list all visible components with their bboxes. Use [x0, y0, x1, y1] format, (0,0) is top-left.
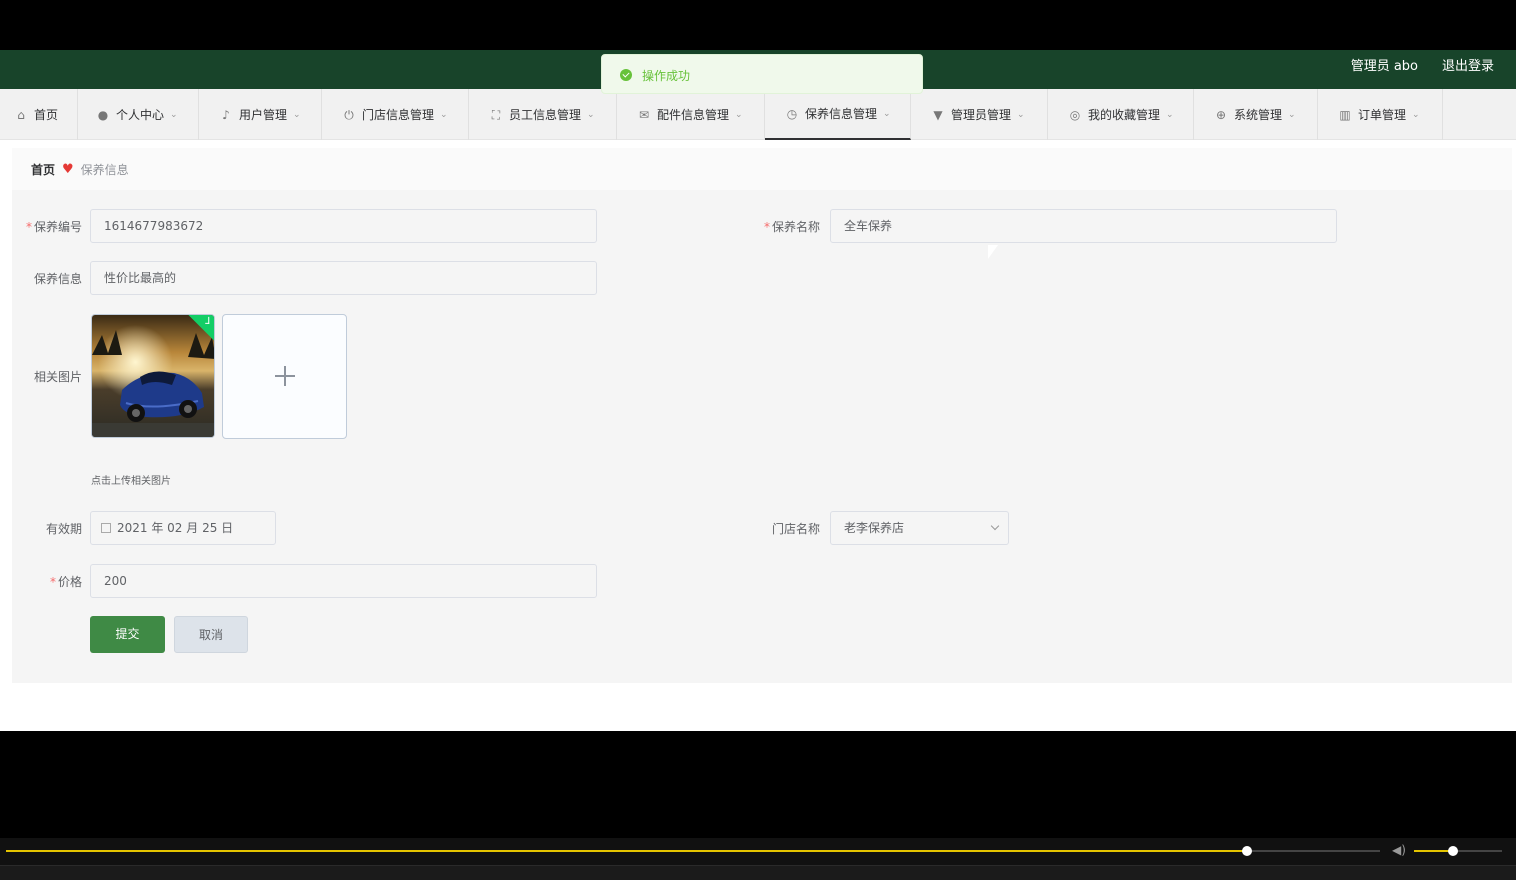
nav-item-staff[interactable]: ⛶ 员工信息管理 ⌄	[469, 89, 617, 140]
cancel-button[interactable]: 取消	[174, 616, 248, 653]
nav-item-orders[interactable]: ▥ 订单管理 ⌄	[1318, 89, 1443, 140]
chevron-down-icon: ⌄	[1412, 109, 1420, 120]
mouse-cursor-icon	[988, 245, 998, 259]
name-label: * 保养名称	[763, 220, 820, 234]
form-panel: 首页 ♥ 保养信息 * 保养编号 1614677983672 * 保养名称 全车保养…	[12, 148, 1512, 683]
power-icon: ⏻	[344, 107, 354, 122]
admin-username: 管理员 abo	[1350, 59, 1418, 74]
nav-item-parts[interactable]: ✉ 配件信息管理 ⌄	[617, 89, 765, 140]
nav-item-favorites[interactable]: ◎ 我的收藏管理 ⌄	[1048, 89, 1194, 140]
plus-icon	[275, 366, 295, 386]
bell-off-icon: ♪	[222, 107, 230, 122]
volume-knob[interactable]	[1448, 846, 1458, 856]
fullscreen-icon: ⛶	[491, 107, 501, 122]
nav-item-profile[interactable]: ● 个人中心 ⌄	[78, 89, 199, 140]
nav-label: 系统管理	[1234, 108, 1283, 122]
nav-item-admins[interactable]: ▼ 管理员管理 ⌄	[911, 89, 1048, 140]
nav-label: 员工信息管理	[509, 108, 582, 122]
breadcrumb-home[interactable]: 首页	[31, 161, 55, 178]
nav-item-stores[interactable]: ⏻ 门店信息管理 ⌄	[322, 89, 469, 140]
home-icon: ⌂	[17, 107, 25, 122]
nav-label: 门店信息管理	[362, 108, 435, 122]
uploaded-image[interactable]	[91, 314, 215, 438]
success-toast: 操作成功	[601, 54, 923, 94]
breadcrumb: 首页 ♥ 保养信息	[12, 148, 1512, 190]
logout-link[interactable]: 退出登录	[1442, 55, 1494, 74]
video-player-controls: ◀)	[0, 838, 1516, 880]
chevron-down-icon: ⌄	[735, 109, 743, 120]
chevron-down-icon: ⌄	[1288, 109, 1296, 120]
pin-icon: ▼	[933, 107, 943, 122]
nav-item-home[interactable]: ⌂ 首页	[0, 89, 78, 140]
nav-item-system[interactable]: ⊕ 系统管理 ⌄	[1194, 89, 1318, 140]
chevron-down-icon: ⌄	[587, 109, 595, 120]
info-label: 保养信息	[33, 272, 82, 286]
target-icon: ◎	[1069, 107, 1081, 122]
chevron-down-icon: ⌄	[1017, 109, 1025, 120]
chevron-down-icon: ⌄	[293, 109, 301, 120]
chevron-down-icon: ⌄	[170, 109, 178, 120]
code-input[interactable]: 1614677983672	[90, 209, 597, 243]
nav-label: 订单管理	[1358, 108, 1407, 122]
nav-label: 配件信息管理	[657, 108, 730, 122]
volume-icon[interactable]: ◀)	[1392, 843, 1406, 857]
store-select[interactable]: 老李保养店	[830, 511, 1009, 545]
progress-bar[interactable]	[6, 850, 1250, 852]
nav-item-maintenance[interactable]: ◷ 保养信息管理 ⌄	[765, 89, 911, 140]
volume-bar-remaining[interactable]	[1456, 850, 1502, 852]
toast-message: 操作成功	[642, 69, 691, 83]
calendar-icon	[101, 523, 111, 533]
code-label: * 保养编号	[25, 220, 82, 234]
nav-label: 我的收藏管理	[1088, 108, 1161, 122]
main-nav: ⌂ 首页 ● 个人中心 ⌄ ♪ 用户管理 ⌄ ⏻ 门店信息管理 ⌄ ⛶ 员工信息…	[0, 89, 1516, 140]
upload-hint: 点击上传相关图片	[91, 476, 171, 487]
valid-label: 有效期	[45, 522, 82, 536]
user-icon: ●	[97, 107, 109, 122]
chevron-down-icon: ⌄	[440, 109, 448, 120]
price-input[interactable]: 200	[90, 564, 597, 598]
info-input[interactable]: 性价比最高的	[90, 261, 597, 295]
clock-icon: ◷	[786, 106, 798, 121]
app-window: 管理员 abo 退出登录 操作成功 ⌂ 首页 ● 个人中心 ⌄ ♪ 用户管理 ⌄…	[0, 50, 1516, 731]
upload-add-button[interactable]	[222, 314, 347, 439]
store-label: 门店名称	[771, 522, 820, 536]
success-check-icon	[620, 69, 632, 81]
nav-label: 管理员管理	[951, 108, 1012, 122]
breadcrumb-current: 保养信息	[80, 162, 129, 177]
name-input[interactable]: 全车保养	[830, 209, 1337, 243]
chevron-down-icon: ⌄	[883, 108, 891, 119]
mail-icon: ✉	[638, 107, 650, 122]
price-label: * 价格	[49, 575, 82, 589]
nav-label: 保养信息管理	[805, 107, 878, 121]
chart-icon: ▥	[1339, 107, 1351, 122]
valid-date-value: 2021 年 02 月 25 日	[117, 521, 234, 535]
nav-label: 用户管理	[239, 108, 288, 122]
chevron-down-icon: ⌄	[1166, 109, 1174, 120]
player-toolbar	[0, 865, 1516, 880]
nav-item-users[interactable]: ♪ 用户管理 ⌄	[199, 89, 322, 140]
progress-knob[interactable]	[1242, 846, 1252, 856]
chevron-down-icon	[990, 521, 1000, 531]
image-label: 相关图片	[33, 370, 82, 384]
nav-label: 首页	[34, 108, 59, 122]
nav-label: 个人中心	[116, 108, 165, 122]
progress-bar-remaining[interactable]	[1250, 850, 1380, 852]
submit-button[interactable]: 提交	[90, 616, 165, 653]
heart-icon: ♥	[62, 161, 74, 177]
car-image	[92, 315, 214, 437]
store-select-value: 老李保养店	[844, 521, 905, 535]
crosshair-icon: ⊕	[1215, 107, 1227, 122]
valid-date-picker[interactable]: 2021 年 02 月 25 日	[90, 511, 276, 545]
